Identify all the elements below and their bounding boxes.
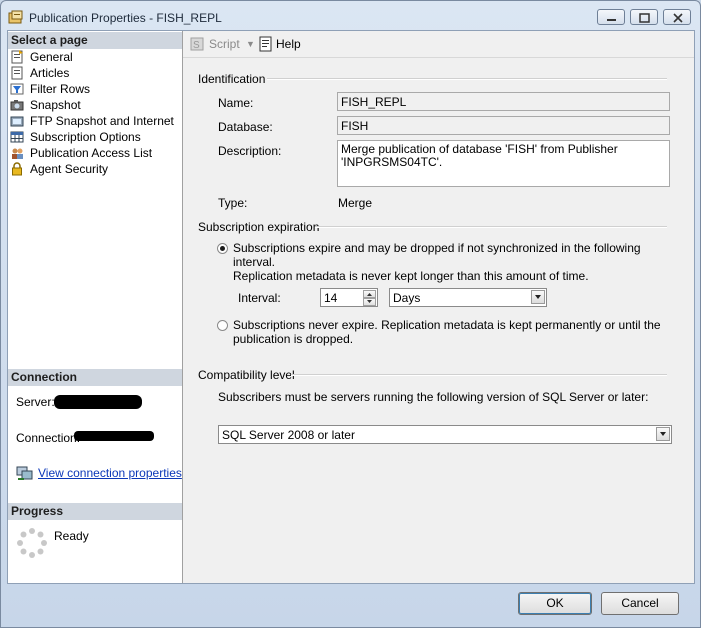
publication-properties-window: Publication Properties - FISH_REPL Selec… [0, 0, 701, 628]
identification-divider [267, 78, 667, 80]
expire-option-line1: Subscriptions expire and may be dropped … [233, 241, 641, 269]
expire-option-text: Subscriptions expire and may be dropped … [233, 241, 673, 283]
camera-icon [10, 98, 24, 112]
identification-header: Identification [198, 72, 266, 86]
type-value: Merge [338, 196, 373, 210]
compatibility-level-header: Compatibility level [198, 368, 295, 382]
toolbar-divider [183, 57, 694, 58]
maximize-button[interactable] [630, 9, 658, 25]
chevron-down-icon [656, 427, 670, 441]
select-page-header: Select a page [8, 32, 182, 49]
dialog-client-area: Select a page General Articles Filter Ro… [7, 30, 695, 584]
expire-option-line2: Replication metadata is never kept longe… [233, 269, 589, 283]
connection-properties-icon [16, 465, 34, 484]
lock-icon [10, 162, 24, 176]
interval-unit-value: Days [393, 291, 421, 305]
never-expire-radio[interactable] [217, 320, 228, 331]
page-icon [10, 66, 24, 80]
page-item-label: General [30, 50, 73, 64]
app-icon [8, 10, 24, 24]
server-label: Server: [16, 395, 55, 409]
interval-stepper[interactable]: 14 [320, 288, 378, 307]
never-expire-option-line1: Subscriptions never expire. Replication … [233, 318, 661, 332]
subscription-expiration-header: Subscription expiration [198, 220, 320, 234]
right-pane: S Script ▼ Help Identification Name: FIS… [183, 31, 694, 583]
compatibility-level-select[interactable]: SQL Server 2008 or later [218, 425, 672, 444]
name-field[interactable]: FISH_REPL [337, 92, 670, 111]
page-item-label: Articles [30, 66, 70, 80]
database-field[interactable]: FISH [337, 116, 670, 135]
progress-status: Ready [54, 529, 89, 543]
chevron-down-icon [531, 290, 545, 304]
help-label: Help [276, 37, 301, 51]
ftp-icon [10, 114, 24, 128]
interval-value: 14 [324, 291, 338, 305]
ok-button[interactable]: OK [518, 592, 592, 615]
connection-redaction [74, 431, 154, 441]
interval-label: Interval: [238, 291, 281, 305]
expire-radio[interactable] [217, 243, 228, 254]
view-connection-properties-link[interactable]: View connection properties [38, 466, 182, 480]
interval-unit-select[interactable]: Days [389, 288, 547, 307]
script-icon: S [189, 36, 205, 56]
server-redaction [54, 395, 142, 409]
script-label: Script [209, 37, 240, 51]
name-label: Name: [218, 96, 254, 110]
compatibility-level-divider [291, 374, 667, 376]
svg-text:S: S [193, 40, 200, 51]
page-item-label: Subscription Options [30, 130, 141, 144]
connection-label: Connection: [16, 431, 81, 445]
left-pane: Select a page General Articles Filter Ro… [8, 31, 183, 583]
chevron-down-icon: ▼ [246, 39, 255, 49]
stepper-up-button[interactable] [363, 290, 376, 298]
never-expire-option-text: Subscriptions never expire. Replication … [233, 318, 673, 346]
help-icon [258, 36, 274, 56]
type-label: Type: [218, 196, 248, 210]
stepper-down-button[interactable] [363, 298, 376, 306]
minimize-button[interactable] [597, 9, 625, 25]
description-label: Description: [218, 144, 282, 158]
page-icon [10, 50, 24, 64]
page-item-label: FTP Snapshot and Internet [30, 114, 174, 128]
window-title: Publication Properties - FISH_REPL [29, 11, 222, 25]
page-item-label: Agent Security [30, 162, 109, 176]
subscription-expiration-divider [315, 226, 667, 228]
filter-icon [10, 82, 24, 96]
connection-header: Connection [8, 369, 182, 386]
stepper-buttons [363, 290, 376, 306]
title-bar: Publication Properties - FISH_REPL [1, 1, 700, 33]
grid-icon [10, 130, 24, 144]
users-icon [10, 146, 24, 160]
compatibility-description: Subscribers must be servers running the … [218, 390, 649, 404]
never-expire-option-line2: publication is dropped. [233, 332, 354, 346]
progress-spinner-icon [16, 527, 48, 562]
close-button[interactable] [663, 9, 691, 25]
description-field[interactable]: Merge publication of database 'FISH' fro… [337, 140, 670, 187]
compatibility-level-value: SQL Server 2008 or later [222, 428, 355, 442]
page-item-label: Publication Access List [30, 146, 153, 160]
cancel-button[interactable]: Cancel [601, 592, 679, 615]
database-label: Database: [218, 120, 273, 134]
page-item-label: Filter Rows [30, 82, 91, 96]
toolbar: S Script ▼ Help [183, 31, 694, 57]
progress-header: Progress [8, 503, 182, 520]
page-item-label: Snapshot [30, 98, 81, 112]
